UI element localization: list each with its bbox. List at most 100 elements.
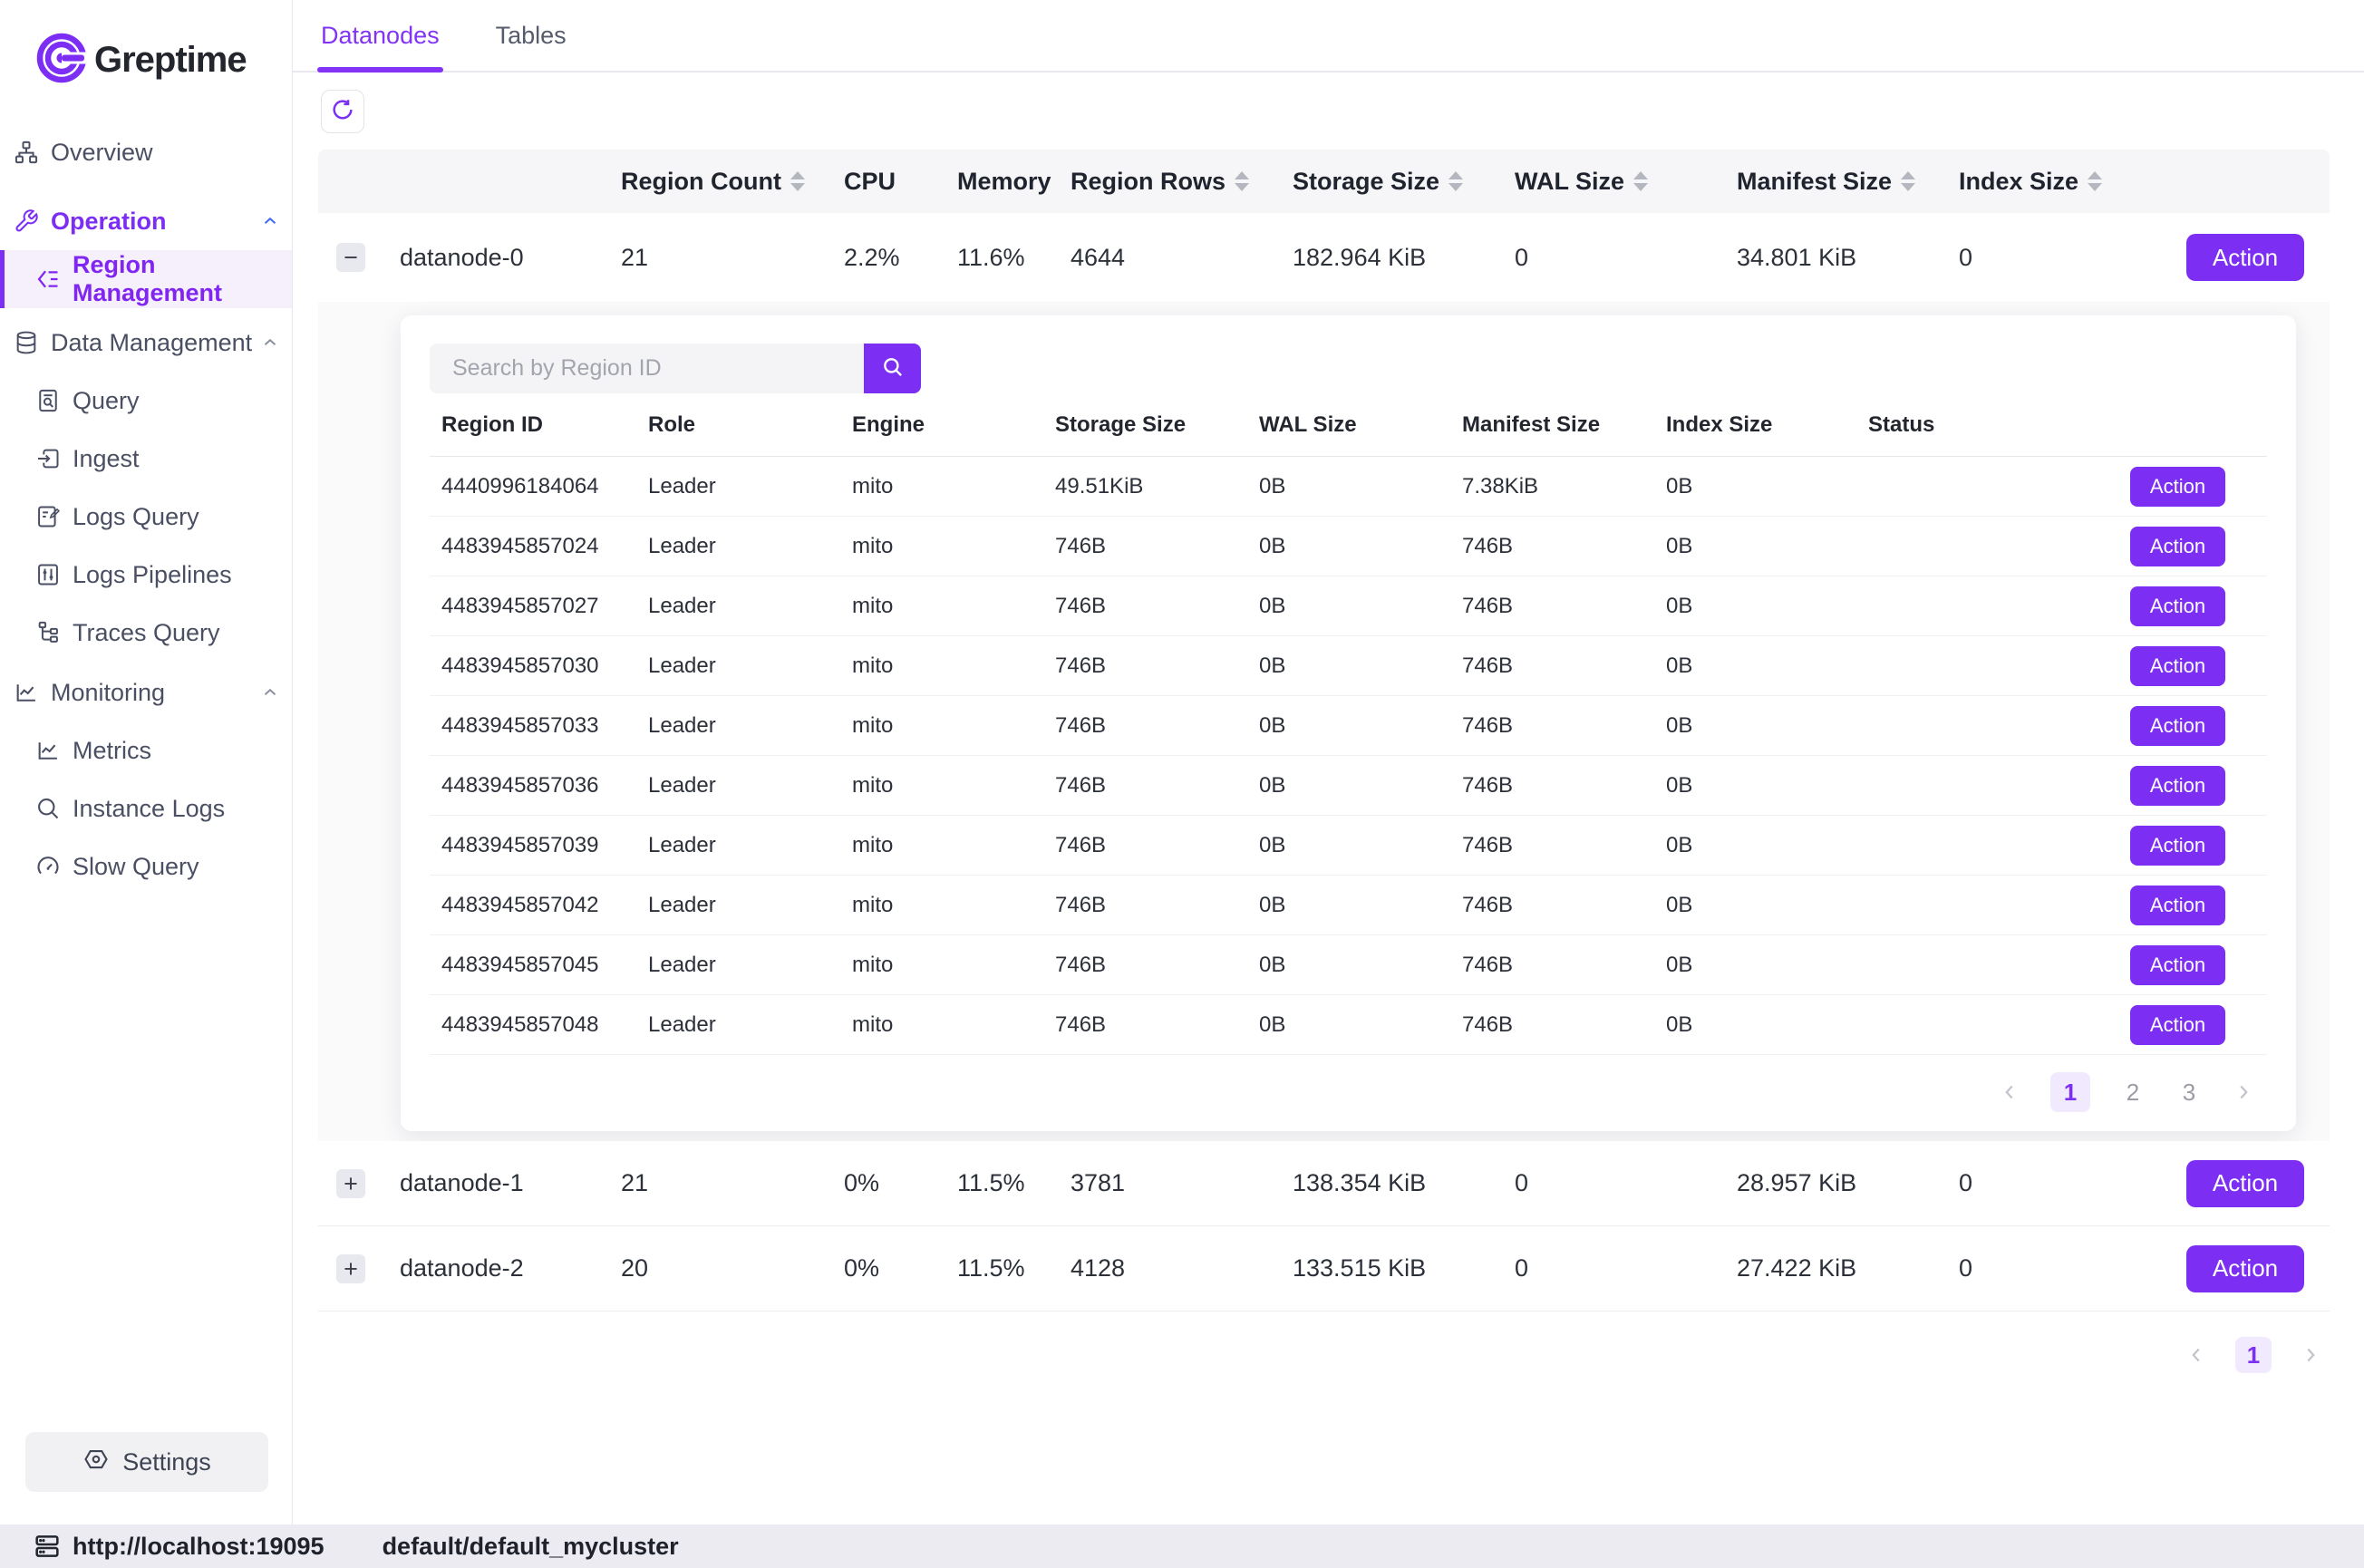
manifest-size-value: 34.801 KiB: [1719, 244, 1941, 272]
magnifier-icon: [34, 795, 62, 822]
chevron-right-icon[interactable]: [2232, 1080, 2255, 1104]
manifest-size-cell: 746B: [1450, 953, 1654, 978]
page-number-1[interactable]: 1: [2235, 1337, 2272, 1373]
index-size-value: 0: [1941, 1254, 2163, 1282]
storage-size-cell: 49.51KiB: [1043, 474, 1247, 499]
sidebar-item-instance-logs[interactable]: Instance Logs: [0, 779, 292, 837]
search-input[interactable]: [430, 344, 864, 393]
wal-size-cell: 0B: [1247, 594, 1450, 619]
action-button[interactable]: Action: [2130, 467, 2225, 507]
index-size-cell: 0B: [1654, 713, 1856, 739]
expanded-row-zone: Region ID Role Engine Storage Size WAL S…: [318, 302, 2330, 1141]
sidebar-item-traces-query[interactable]: Traces Query: [0, 604, 292, 662]
chevron-right-icon[interactable]: [2299, 1343, 2322, 1367]
chevron-up-icon: [260, 211, 280, 231]
settings-button[interactable]: Settings: [25, 1432, 268, 1492]
wal-size-cell: 0B: [1247, 534, 1450, 559]
manifest-size-cell: 746B: [1450, 773, 1654, 799]
action-button[interactable]: Action: [2130, 646, 2225, 686]
manifest-size-cell: 746B: [1450, 833, 1654, 858]
table-row: 4483945857039 Leader mito 746B 0B 746B 0…: [430, 816, 2267, 876]
datanode-name: datanode-0: [382, 244, 604, 272]
chevron-left-icon[interactable]: [1998, 1080, 2021, 1104]
index-size-cell: 0B: [1654, 474, 1856, 499]
sidebar-group-operation[interactable]: Operation: [0, 192, 292, 250]
sidebar-item-label: Instance Logs: [73, 795, 225, 823]
collapse-row-button[interactable]: −: [336, 243, 365, 272]
expand-row-button[interactable]: +: [336, 1169, 365, 1198]
index-size-value: 0: [1941, 1169, 2163, 1197]
action-button[interactable]: Action: [2130, 527, 2225, 566]
sort-icon[interactable]: [1235, 171, 1249, 191]
sort-icon[interactable]: [1448, 171, 1463, 191]
action-button[interactable]: Action: [2130, 586, 2225, 626]
storage-size-cell: 746B: [1043, 833, 1247, 858]
sidebar-group-data-management[interactable]: Data Management: [0, 314, 292, 372]
column-memory: Memory: [957, 168, 1051, 196]
sidebar-item-logs-query[interactable]: Logs Query: [0, 488, 292, 546]
sidebar-item-slow-query[interactable]: Slow Query: [0, 837, 292, 895]
tab-datanodes[interactable]: Datanodes: [321, 0, 440, 71]
storage-size-value: 138.354 KiB: [1274, 1169, 1497, 1197]
action-button[interactable]: Action: [2130, 945, 2225, 985]
sidebar-group-monitoring[interactable]: Monitoring: [0, 663, 292, 721]
action-button[interactable]: Action: [2130, 886, 2225, 925]
action-button[interactable]: Action: [2130, 706, 2225, 746]
sidebar-item-overview[interactable]: Overview: [0, 123, 292, 181]
sidebar-item-query[interactable]: Query: [0, 372, 292, 430]
action-button[interactable]: Action: [2130, 766, 2225, 806]
column-index-size: Index Size: [1959, 168, 2078, 196]
chevron-left-icon[interactable]: [2185, 1343, 2208, 1367]
server-url: http://localhost:19095: [73, 1533, 325, 1561]
refresh-button[interactable]: [321, 90, 364, 133]
column-index-size: Index Size: [1654, 412, 1856, 438]
region-id-cell: 4440996184064: [430, 474, 636, 499]
role-cell: Leader: [636, 594, 840, 619]
database-icon: [13, 329, 40, 356]
page-number-3[interactable]: 3: [2175, 1079, 2203, 1107]
sort-icon[interactable]: [2088, 171, 2102, 191]
sort-icon[interactable]: [1901, 171, 1915, 191]
region-search: [430, 315, 2267, 393]
role-cell: Leader: [636, 713, 840, 739]
sidebar-item-label: Ingest: [73, 445, 140, 473]
sort-icon[interactable]: [1633, 171, 1648, 191]
index-size-cell: 0B: [1654, 653, 1856, 679]
action-button[interactable]: Action: [2130, 826, 2225, 866]
region-id-cell: 4483945857024: [430, 534, 636, 559]
expand-row-button[interactable]: +: [336, 1254, 365, 1283]
action-button[interactable]: Action: [2186, 234, 2304, 281]
role-cell: Leader: [636, 773, 840, 799]
index-size-cell: 0B: [1654, 893, 1856, 918]
sidebar-item-metrics[interactable]: Metrics: [0, 721, 292, 779]
sidebar-item-ingest[interactable]: Ingest: [0, 430, 292, 488]
region-rows-value: 4644: [1052, 244, 1274, 272]
column-manifest-size: Manifest Size: [1450, 412, 1654, 438]
region-count-value: 20: [604, 1254, 821, 1282]
wal-size-cell: 0B: [1247, 1012, 1450, 1038]
sidebar-item-logs-pipelines[interactable]: Logs Pipelines: [0, 546, 292, 604]
search-button[interactable]: [864, 344, 921, 393]
cpu-value: 0%: [821, 1254, 939, 1282]
region-id-cell: 4483945857030: [430, 653, 636, 679]
region-rows-value: 4128: [1052, 1254, 1274, 1282]
action-button[interactable]: Action: [2130, 1005, 2225, 1045]
tab-tables[interactable]: Tables: [496, 0, 567, 71]
action-button[interactable]: Action: [2186, 1160, 2304, 1207]
table-row: 4483945857030 Leader mito 746B 0B 746B 0…: [430, 636, 2267, 696]
server-icon: [33, 1532, 62, 1561]
action-button[interactable]: Action: [2186, 1245, 2304, 1292]
page-number-2[interactable]: 2: [2119, 1079, 2146, 1107]
region-id-cell: 4483945857027: [430, 594, 636, 619]
manifest-size-cell: 746B: [1450, 1012, 1654, 1038]
sort-icon[interactable]: [790, 171, 805, 191]
table-row: 4483945857045 Leader mito 746B 0B 746B 0…: [430, 935, 2267, 995]
storage-size-value: 182.964 KiB: [1274, 244, 1497, 272]
region-id-cell: 4483945857033: [430, 713, 636, 739]
brand-name: Greptime: [94, 40, 247, 81]
table-row-datanode-1: + datanode-1 21 0% 11.5% 3781 138.354 Ki…: [318, 1141, 2330, 1226]
query-document-icon: [34, 387, 62, 414]
page-number-1[interactable]: 1: [2050, 1072, 2090, 1112]
index-size-cell: 0B: [1654, 1012, 1856, 1038]
sidebar-item-region-management[interactable]: Region Management: [0, 250, 292, 308]
